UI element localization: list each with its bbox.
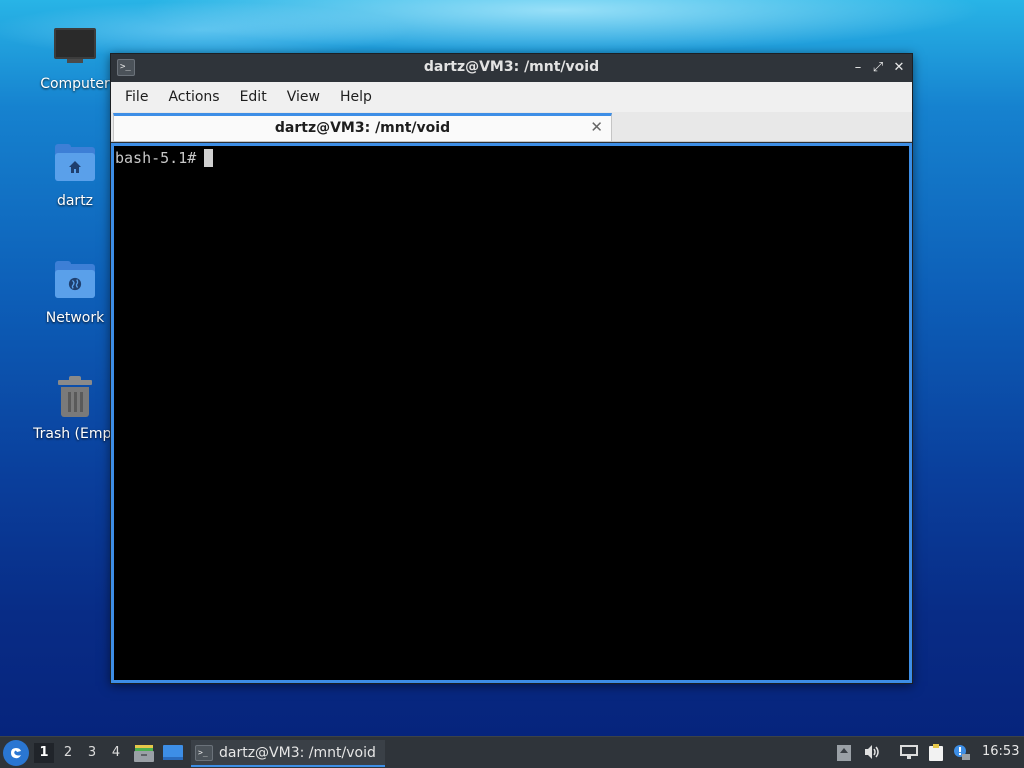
menu-file[interactable]: File: [115, 89, 158, 105]
update-notifier-icon[interactable]: [952, 744, 972, 762]
workspace-4[interactable]: 4: [106, 743, 126, 763]
clock[interactable]: 16:53: [982, 744, 1019, 759]
terminal-area[interactable]: bash-5.1#: [111, 143, 912, 683]
desktop-icon-label: Network: [45, 310, 105, 326]
tab-close-icon[interactable]: ✕: [590, 118, 603, 136]
workspace-2[interactable]: 2: [58, 743, 78, 763]
home-folder-icon: [53, 143, 97, 187]
desktop-icon-label: Computer: [40, 76, 110, 92]
network-folder-icon: [53, 260, 97, 304]
taskbar: 1 2 3 4 >_ dartz@VM3: /mnt/void 16:53: [0, 736, 1024, 768]
text-cursor: [204, 149, 214, 167]
menu-actions[interactable]: Actions: [158, 89, 229, 105]
menu-help[interactable]: Help: [330, 89, 382, 105]
file-manager-launcher-icon[interactable]: [133, 743, 155, 763]
menu-view[interactable]: View: [277, 89, 330, 105]
workspace-1[interactable]: 1: [34, 743, 54, 763]
maximize-button[interactable]: ⤢: [869, 59, 887, 77]
workspace-3[interactable]: 3: [82, 743, 102, 763]
desktop-icon-label: Trash (Empt: [33, 426, 117, 442]
menu-edit[interactable]: Edit: [230, 89, 277, 105]
computer-icon: [53, 26, 97, 70]
tray-expand-icon[interactable]: [834, 744, 854, 762]
window-title: dartz@VM3: /mnt/void: [423, 59, 600, 75]
close-button[interactable]: ✕: [890, 59, 908, 77]
terminal-task-icon: >_: [195, 744, 213, 761]
task-label: dartz@VM3: /mnt/void: [219, 744, 376, 761]
trash-icon: [53, 376, 97, 420]
taskbar-task-terminal[interactable]: >_ dartz@VM3: /mnt/void: [191, 740, 385, 767]
volume-icon[interactable]: [862, 744, 882, 762]
shell-prompt: bash-5.1#: [115, 149, 197, 167]
show-desktop-icon[interactable]: [162, 743, 184, 763]
clipboard-icon[interactable]: [926, 744, 946, 762]
start-menu-icon: [11, 748, 21, 759]
menu-bar: File Actions Edit View Help: [111, 82, 912, 112]
terminal-window: >_ dartz@VM3: /mnt/void – ⤢ ✕ File Actio…: [110, 53, 913, 684]
network-status-icon[interactable]: [899, 744, 919, 762]
terminal-tab[interactable]: dartz@VM3: /mnt/void ✕: [113, 113, 612, 142]
desktop-icon-label: dartz: [56, 193, 94, 209]
window-titlebar[interactable]: >_ dartz@VM3: /mnt/void – ⤢ ✕: [111, 54, 912, 82]
minimize-button[interactable]: –: [849, 59, 867, 77]
tab-title: dartz@VM3: /mnt/void: [274, 120, 451, 136]
tab-bar: dartz@VM3: /mnt/void ✕: [111, 112, 912, 142]
start-menu-button[interactable]: [3, 740, 29, 766]
